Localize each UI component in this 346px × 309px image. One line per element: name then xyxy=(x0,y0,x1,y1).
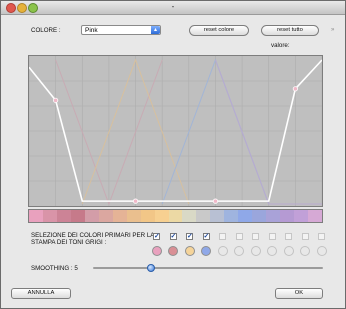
curve-control-point xyxy=(132,198,139,204)
curve-control-point xyxy=(292,86,298,92)
dialog-window: - COLORE : Pink ▴ reset colore reset tut… xyxy=(0,0,346,309)
primary-color-checkbox[interactable] xyxy=(268,233,276,240)
palette-swatch xyxy=(266,210,281,222)
reset-tutto-button[interactable]: reset tutto xyxy=(261,25,319,36)
more-indicator: » xyxy=(331,27,335,33)
colore-select[interactable]: Pink ▴ xyxy=(81,25,161,35)
palette-swatch xyxy=(112,210,127,222)
select-arrows-icon: ▴ xyxy=(151,26,160,34)
palette-swatch xyxy=(126,210,141,222)
annulla-button[interactable]: ANNULLA xyxy=(11,288,71,299)
palette-swatch xyxy=(280,210,295,222)
reset-tutto-button-label: reset tutto xyxy=(277,27,303,33)
palette-swatch xyxy=(70,210,85,222)
primary-color-checkbox[interactable]: ✓ xyxy=(186,233,193,240)
reset-colore-button-label: reset colore xyxy=(203,27,235,33)
valore-label: valore: xyxy=(271,42,290,49)
palette-swatch xyxy=(84,210,99,222)
palette-swatch xyxy=(168,210,183,222)
palette-swatch xyxy=(98,210,113,222)
ok-button-label: OK xyxy=(294,290,304,296)
color-palette-strip xyxy=(28,209,323,223)
title-bar: - xyxy=(1,1,345,15)
primary-color-dot xyxy=(151,246,162,256)
palette-swatch xyxy=(56,210,71,222)
smoothing-slider-thumb[interactable] xyxy=(146,264,155,272)
primary-color-checkbox[interactable] xyxy=(285,233,292,240)
primary-color-checkbox[interactable] xyxy=(219,233,226,240)
selection-label-line1: SELEZIONE DEI COLORI PRIMARI PER LA xyxy=(31,232,155,239)
curve-plot[interactable] xyxy=(28,55,323,207)
curve-control-point xyxy=(212,198,219,204)
smoothing-slider-track[interactable] xyxy=(93,267,323,269)
primary-color-dot xyxy=(217,246,228,256)
reset-colore-button[interactable]: reset colore xyxy=(189,25,249,36)
primary-color-checkbox[interactable] xyxy=(252,233,259,240)
primary-color-dot xyxy=(168,246,178,256)
annulla-button-label: ANNULLA xyxy=(27,290,55,296)
primary-color-checkbox[interactable] xyxy=(318,233,325,240)
primary-color-dot xyxy=(184,246,195,256)
smoothing-label: SMOOTHING : 5 xyxy=(31,265,78,272)
primary-color-dot xyxy=(300,246,310,256)
palette-swatch xyxy=(238,210,253,222)
ok-button[interactable]: OK xyxy=(275,288,323,299)
primary-color-checkbox[interactable]: ✓ xyxy=(169,233,177,240)
window-title: - xyxy=(171,2,175,11)
primary-color-dot xyxy=(201,246,211,256)
primary-color-checkbox[interactable] xyxy=(235,233,243,240)
palette-swatch xyxy=(140,210,155,222)
palette-swatch xyxy=(294,210,309,222)
primary-color-checkbox[interactable]: ✓ xyxy=(202,233,210,240)
curve-svg[interactable] xyxy=(28,56,323,206)
primary-color-checkbox[interactable] xyxy=(301,233,309,240)
palette-swatch xyxy=(29,210,43,222)
primary-color-dot xyxy=(250,246,261,256)
palette-swatch xyxy=(308,210,323,222)
palette-swatch xyxy=(154,210,169,222)
primary-color-dot xyxy=(234,246,244,256)
palette-swatch xyxy=(252,210,267,222)
palette-swatch xyxy=(224,210,239,222)
palette-swatch xyxy=(42,210,57,222)
primary-color-dot xyxy=(316,246,327,256)
primary-color-dot xyxy=(283,246,294,256)
primary-color-dot xyxy=(267,246,277,256)
palette-swatch xyxy=(182,210,197,222)
colore-label: COLORE : xyxy=(31,27,61,34)
palette-swatch xyxy=(196,210,211,222)
selection-label-line2: STAMPA DEI TONI GRIGI : xyxy=(31,239,107,246)
colore-select-value: Pink xyxy=(85,27,98,34)
primary-color-checkbox[interactable]: ✓ xyxy=(153,233,160,240)
curve-control-point xyxy=(53,97,59,103)
palette-swatch xyxy=(210,210,225,222)
